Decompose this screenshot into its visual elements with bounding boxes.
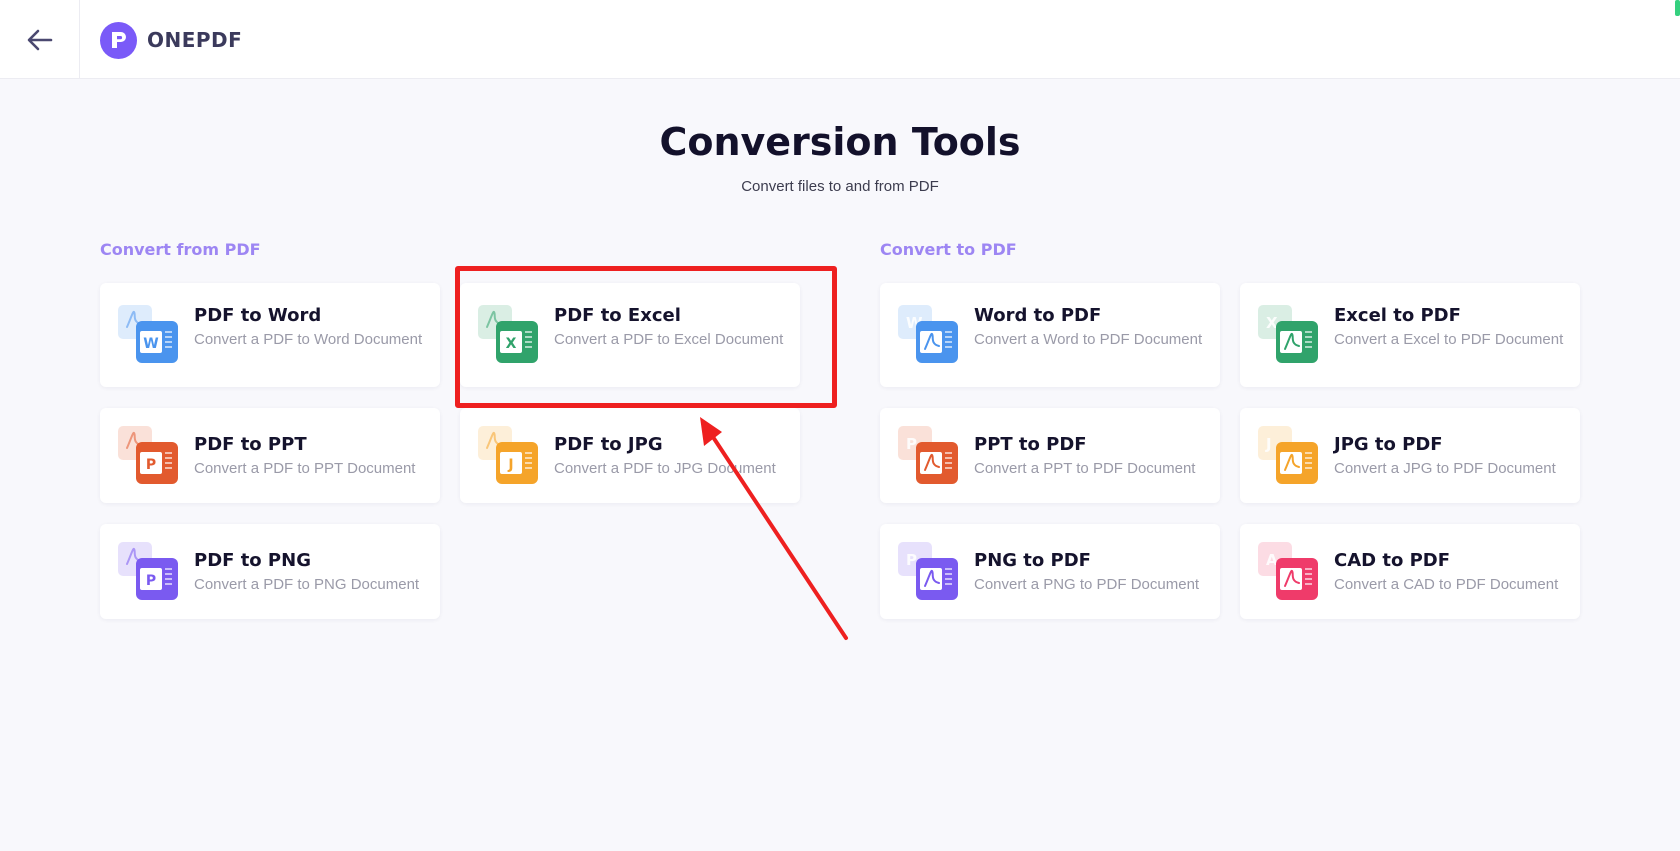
- top-bar: ONEPDF: [0, 0, 1680, 79]
- cad-to-pdf-icon: A: [1258, 542, 1318, 602]
- svg-text:P: P: [906, 551, 917, 569]
- section-title-convert-from-pdf: Convert from PDF: [100, 240, 261, 259]
- brand-name: ONEPDF: [147, 28, 243, 52]
- pdf-to-ppt-icon: P: [118, 426, 178, 486]
- tool-description: Convert a PNG to PDF Document: [974, 576, 1200, 593]
- tool-card-pdf-to-excel[interactable]: X PDF to Excel Convert a PDF to Excel Do…: [460, 283, 800, 387]
- tool-description: Convert a PDF to PPT Document: [194, 460, 416, 477]
- ppt-to-pdf-icon: P: [898, 426, 958, 486]
- tool-card-pdf-to-jpg[interactable]: J PDF to JPG Convert a PDF to JPG Docume…: [460, 408, 800, 503]
- tool-description: Convert a PDF to Excel Document: [554, 331, 784, 348]
- tool-card-jpg-to-pdf[interactable]: J JPG to PDF Convert a JPG to PDF Docume…: [1240, 408, 1580, 503]
- tool-description: Convert a Excel to PDF Document: [1334, 331, 1564, 348]
- back-button[interactable]: [0, 0, 80, 79]
- word-to-pdf-icon: W: [898, 305, 958, 365]
- tool-name: PDF to Excel: [554, 305, 681, 326]
- pdf-to-word-icon: W: [118, 305, 178, 365]
- tool-card-word-to-pdf[interactable]: W Word to PDF Convert a Word to PDF Docu…: [880, 283, 1220, 387]
- tool-name: Excel to PDF: [1334, 305, 1461, 326]
- tool-name: JPG to PDF: [1334, 434, 1443, 455]
- section-title-convert-to-pdf: Convert to PDF: [880, 240, 1017, 259]
- tool-description: Convert a Word to PDF Document: [974, 331, 1203, 348]
- tool-description: Convert a PDF to JPG Document: [554, 460, 776, 477]
- tool-name: PDF to PNG: [194, 550, 311, 571]
- png-to-pdf-icon: P: [898, 542, 958, 602]
- tool-name: Word to PDF: [974, 305, 1102, 326]
- arrow-left-icon: [27, 29, 52, 50]
- pdf-to-excel-icon: X: [478, 305, 538, 365]
- svg-text:J: J: [507, 457, 513, 473]
- onepdf-logo: [100, 21, 137, 59]
- page-subtitle: Convert files to and from PDF: [741, 178, 939, 195]
- excel-to-pdf-icon: X: [1258, 305, 1318, 365]
- svg-text:W: W: [143, 336, 158, 352]
- tool-name: PDF to PPT: [194, 434, 307, 455]
- tool-description: Convert a JPG to PDF Document: [1334, 460, 1556, 477]
- svg-text:J: J: [1265, 435, 1272, 453]
- tool-card-pdf-to-word[interactable]: W PDF to Word Convert a PDF to Word Docu…: [100, 283, 440, 387]
- tool-name: PPT to PDF: [974, 434, 1087, 455]
- svg-text:P: P: [146, 573, 156, 589]
- tool-card-pdf-to-png[interactable]: P PDF to PNG Convert a PDF to PNG Docume…: [100, 524, 440, 619]
- svg-text:P: P: [146, 457, 156, 473]
- pdf-to-jpg-icon: J: [478, 426, 538, 486]
- tool-description: Convert a PDF to Word Document: [194, 331, 423, 348]
- svg-text:X: X: [506, 336, 517, 352]
- tool-card-png-to-pdf[interactable]: P PNG to PDF Convert a PNG to PDF Docume…: [880, 524, 1220, 619]
- tool-card-excel-to-pdf[interactable]: X Excel to PDF Convert a Excel to PDF Do…: [1240, 283, 1580, 387]
- tool-card-ppt-to-pdf[interactable]: P PPT to PDF Convert a PPT to PDF Docume…: [880, 408, 1220, 503]
- svg-text:P: P: [906, 435, 917, 453]
- tool-description: Convert a CAD to PDF Document: [1334, 576, 1559, 593]
- tool-name: PNG to PDF: [974, 550, 1091, 571]
- brand[interactable]: ONEPDF: [100, 21, 242, 59]
- tool-description: Convert a PPT to PDF Document: [974, 460, 1196, 477]
- page-title: Conversion Tools: [659, 120, 1021, 164]
- tool-name: PDF to JPG: [554, 434, 663, 455]
- pdf-to-png-icon: P: [118, 542, 178, 602]
- tool-name: CAD to PDF: [1334, 550, 1451, 571]
- scroll-indicator: [1675, 0, 1680, 16]
- tool-card-pdf-to-ppt[interactable]: P PDF to PPT Convert a PDF to PPT Docume…: [100, 408, 440, 503]
- tool-name: PDF to Word: [194, 305, 322, 326]
- jpg-to-pdf-icon: J: [1258, 426, 1318, 486]
- tool-card-cad-to-pdf[interactable]: A CAD to PDF Convert a CAD to PDF Docume…: [1240, 524, 1580, 619]
- tool-description: Convert a PDF to PNG Document: [194, 576, 420, 593]
